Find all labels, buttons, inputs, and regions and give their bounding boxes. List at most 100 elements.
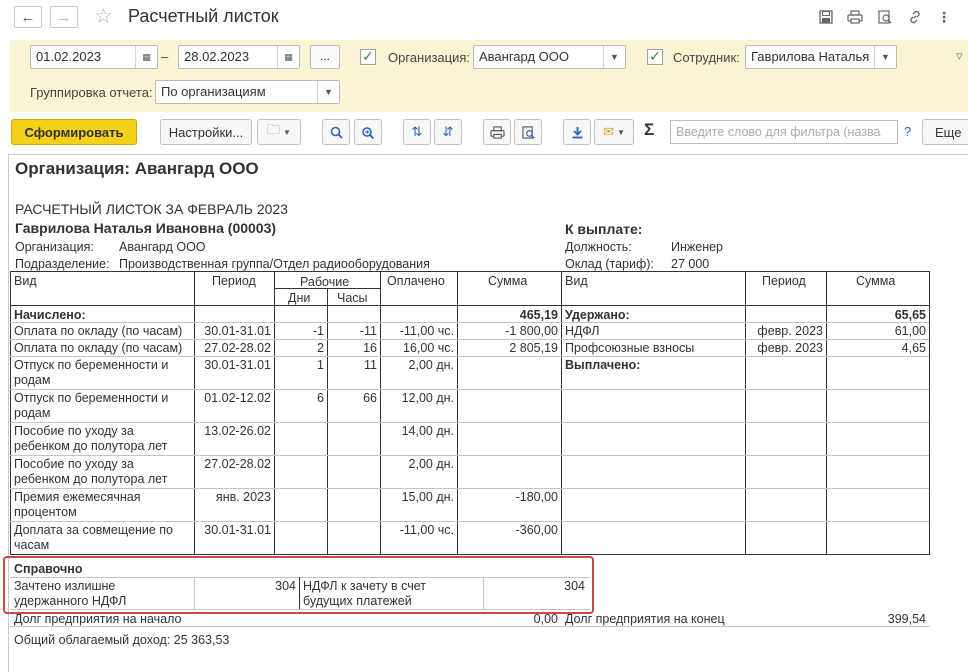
chevron-down-icon[interactable]: ▼ [317,81,339,103]
print-icon[interactable] [845,7,865,27]
sheet-title: РАСЧЕТНЫЙ ЛИСТОК ЗА ФЕВРАЛЬ 2023 [15,201,288,217]
accrued-paid: 2,00 дн. [408,457,454,471]
grouping-label: Группировка отчета: [30,85,153,100]
arrow-right-icon: → [56,8,72,26]
organization-checkbox[interactable]: ✓ [360,49,376,65]
report-org-header: Организация: Авангард ООО [15,159,259,178]
forward-button[interactable]: → [50,6,78,28]
collapse-groups-button[interactable]: ⇵ [434,119,462,145]
organization-field[interactable]: Авангард ООО ▼ [473,45,626,69]
accrued-paid: 15,00 дн. [401,490,454,504]
settings-button[interactable]: Настройки... [160,119,252,145]
period-select-button[interactable]: ... [310,45,340,69]
accrued-days: 2 [317,341,324,355]
preview-icon[interactable] [875,7,895,27]
sort-expand-icon: ⇅ [411,124,423,139]
accrued-period: 30.01-31.01 [204,523,271,537]
accrued-kind: Оплата по окладу (по часам) [14,324,183,338]
accrued-days: -1 [312,324,324,338]
accrued-kind: ребенком до полутора лет [14,472,168,486]
header-sum: Сумма [488,274,528,288]
header-hours: Часы [337,291,368,305]
grouping-select[interactable]: По организациям ▼ [155,80,340,104]
accrued-sum: -360,00 [515,523,558,537]
table-row-line [10,488,929,489]
generate-button[interactable]: Сформировать [11,119,137,145]
find-button[interactable] [322,119,350,145]
filter-funnel-icon[interactable]: ▿ [956,48,963,64]
withheld-kind: Профсоюзные взносы [565,341,695,355]
chevron-down-icon[interactable]: ▼ [603,46,625,68]
print-button[interactable] [483,119,511,145]
accrued-kind: родам [14,373,51,387]
find-next-button[interactable] [354,119,382,145]
checkmark-icon: ✓ [362,48,374,64]
favorite-star-icon[interactable]: ☆ [94,4,113,29]
accrued-days: 1 [317,358,324,372]
table-left-border [10,271,11,554]
debt-start-value: 0,00 [533,612,558,626]
help-button[interactable]: ? [904,125,911,139]
expand-groups-button[interactable]: ⇅ [403,119,431,145]
date-from-field[interactable]: 01.02.2023 ▦ [30,45,158,69]
header-right-period: Период [762,274,806,288]
print-preview-button[interactable] [514,119,542,145]
header-right-kind: Вид [565,274,588,288]
organization-label: Организация: [388,50,471,65]
accrued-paid: 14,00 дн. [401,424,454,438]
send-email-button[interactable]: ✉ ▼ [594,119,634,145]
position-label: Должность: [565,240,632,254]
col-divider [327,288,328,554]
accrued-period: 30.01-31.01 [204,324,271,338]
accrued-period: 13.02-26.02 [204,424,271,438]
date-to-field[interactable]: 28.02.2023 ▦ [178,45,300,69]
accrued-kind: Пособие по уходу за [14,457,134,471]
employee-value: Гаврилова Наталья И [751,49,883,64]
accrued-kind: Отпуск по беременности и [14,391,169,405]
preview-icon [521,125,535,139]
org-info-value: Авангард ООО [119,240,206,254]
filter-input[interactable]: Введите слово для фильтра (назва [670,120,898,144]
back-button[interactable]: ← [14,6,42,28]
accrued-period: 01.02-12.02 [204,391,271,405]
taxable-income: Общий облагаемый доход: 25 363,53 [14,633,230,647]
table-row-line [10,521,929,522]
footer-line [10,626,930,627]
link-icon[interactable] [905,7,925,27]
more-vertical-icon[interactable]: ⋮ [934,7,954,27]
accrued-sum: -180,00 [515,490,558,504]
chevron-down-icon[interactable]: ▼ [874,46,896,68]
variants-button[interactable]: 🗀 ▼ [257,119,301,145]
header-paid: Оплачено [387,274,445,288]
calendar-icon[interactable]: ▦ [277,46,299,68]
employee-name: Гаврилова Наталья Ивановна (00003) [15,220,277,236]
header-period: Период [212,274,256,288]
org-info-label: Организация: [15,240,94,254]
withheld-kind: НДФЛ [565,324,600,338]
calendar-icon[interactable]: ▦ [135,46,157,68]
accrued-kind: часам [14,538,50,552]
employee-checkbox[interactable]: ✓ [647,49,663,65]
chevron-down-icon: ▼ [616,127,625,137]
accrued-paid: -11,00 чс. [399,324,454,338]
sum-icon[interactable]: Σ [644,121,654,138]
paid-out-label: Выплачено: [565,358,641,372]
checkmark-icon: ✓ [649,48,661,64]
col-divider [457,271,458,554]
accrued-kind: процентом [14,505,77,519]
accrued-paid: 12,00 дн. [401,391,454,405]
accrued-days: 6 [317,391,324,405]
accrued-kind: Пособие по уходу за [14,424,134,438]
table-row-line [10,356,929,357]
header-days: Дни [288,291,311,305]
accrued-period: 27.02-28.02 [204,457,271,471]
save-to-file-button[interactable] [563,119,591,145]
salary-label: Оклад (тариф): [565,257,654,271]
save-icon[interactable] [816,7,836,27]
employee-field[interactable]: Гаврилова Наталья И ▼ [745,45,897,69]
table-right-border [929,271,930,554]
col-divider [274,271,275,554]
table-row-line [10,339,929,340]
more-button[interactable]: Еще [922,119,968,145]
accrued-period: 27.02-28.02 [204,341,271,355]
